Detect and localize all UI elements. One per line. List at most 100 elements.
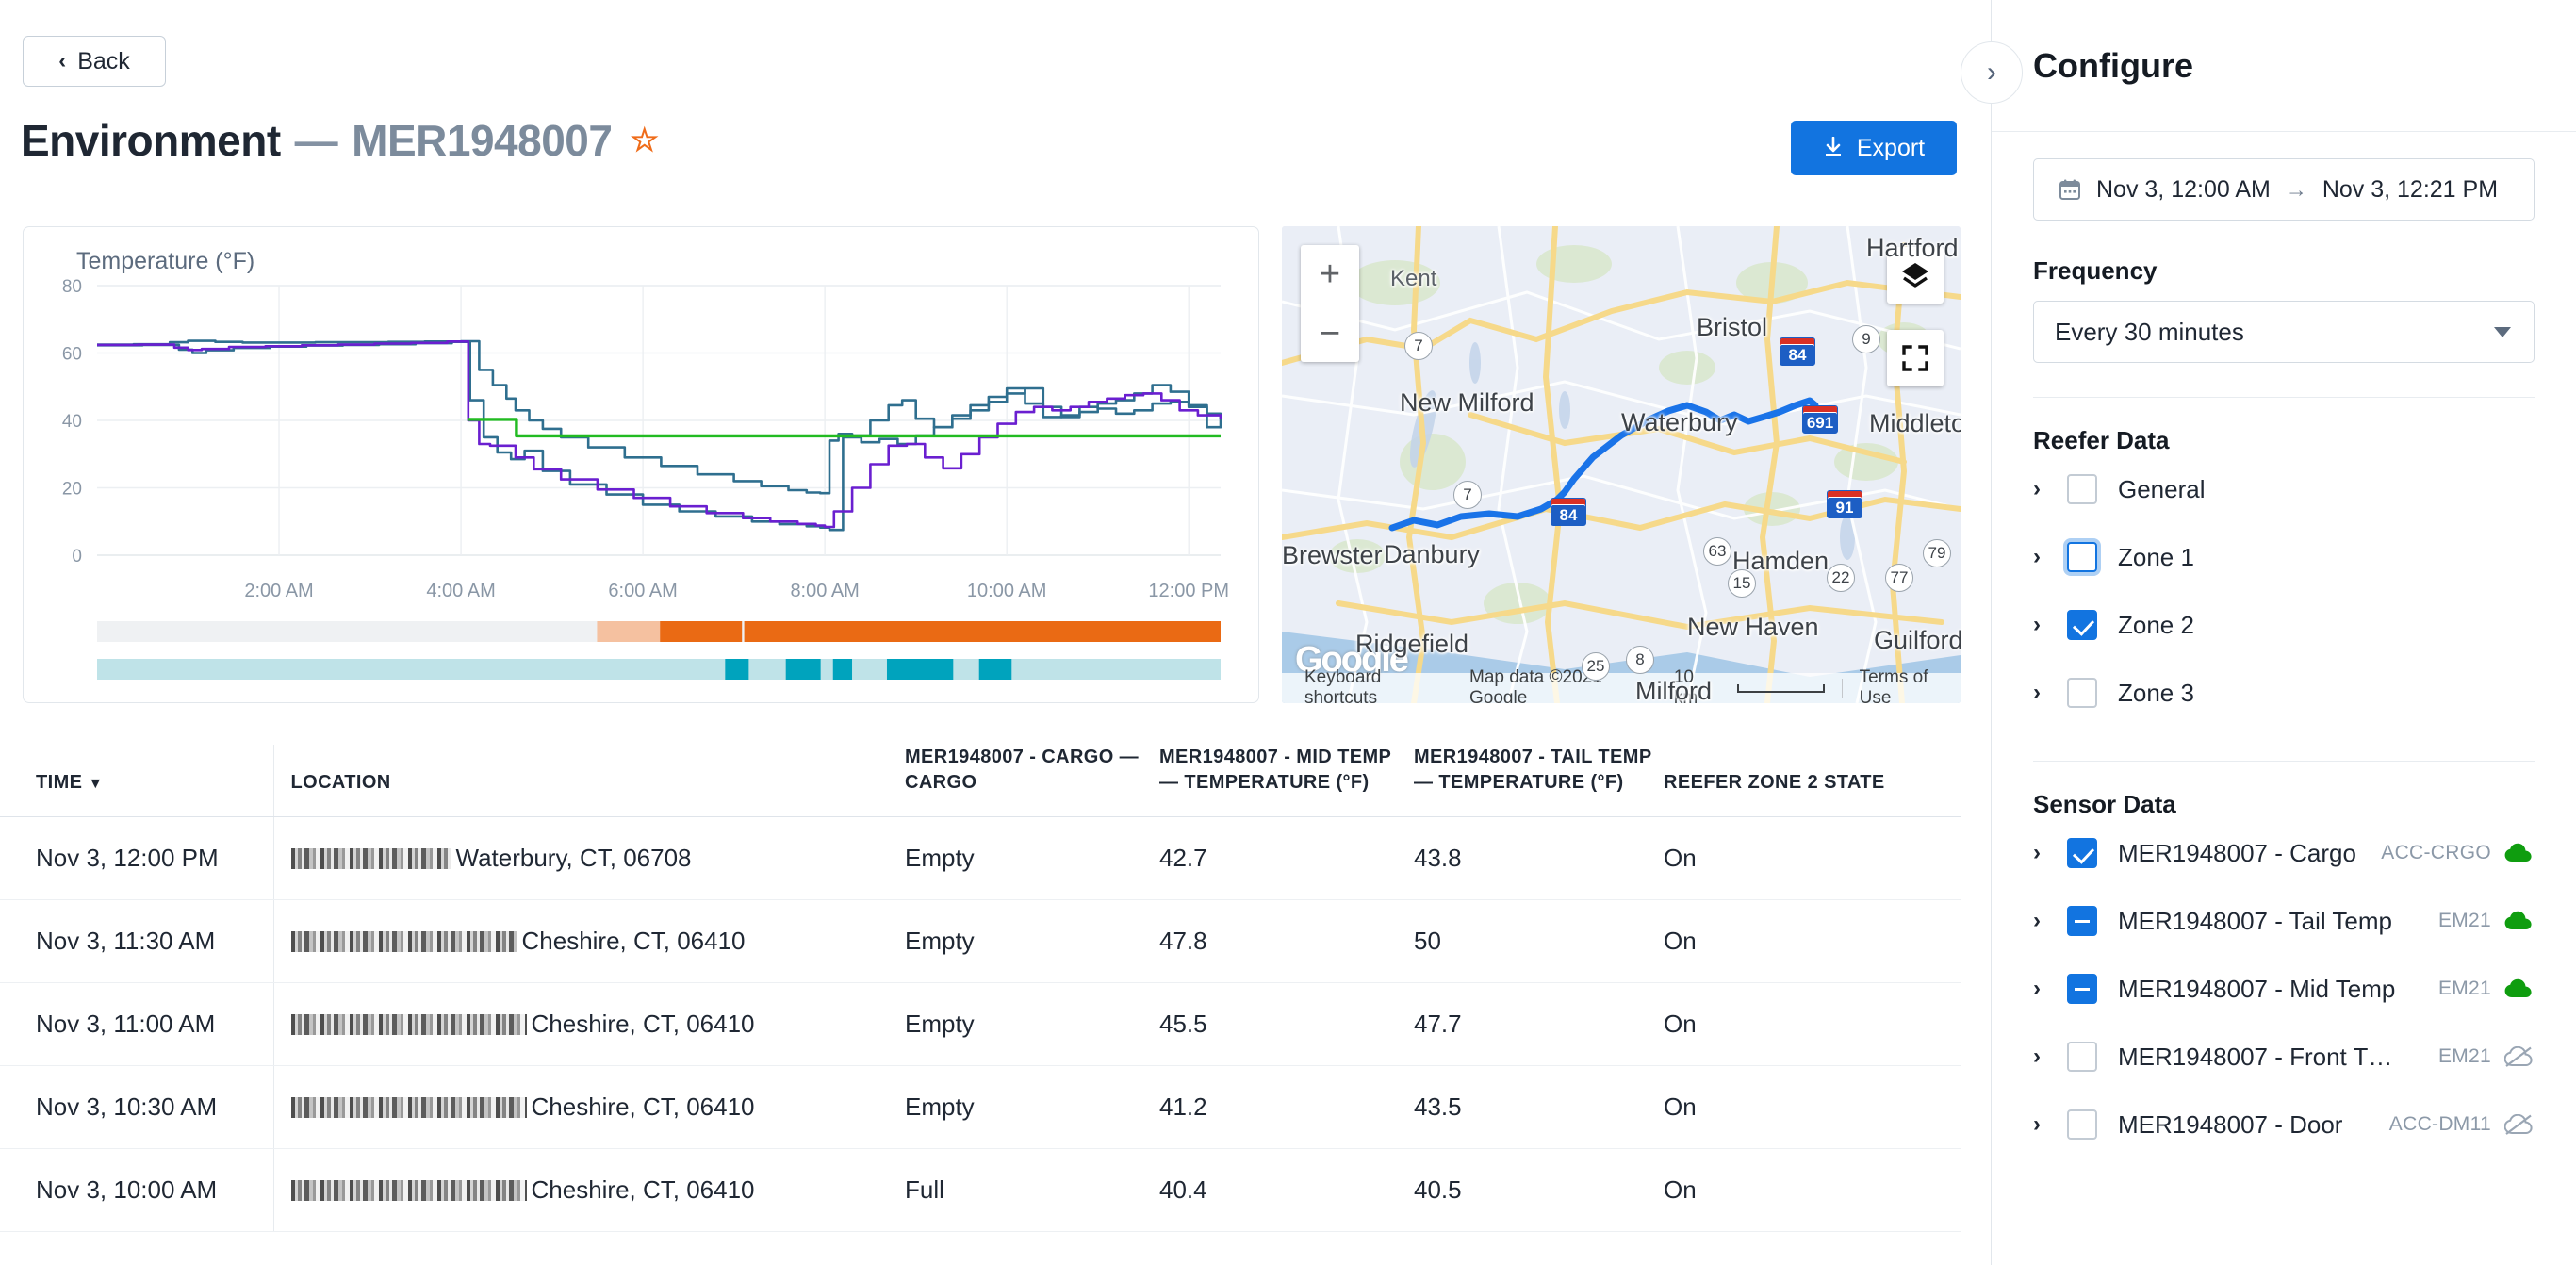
- map-route-shield: 7: [1404, 332, 1433, 360]
- svg-text:2:00 AM: 2:00 AM: [244, 581, 313, 601]
- map-attribution: Keyboard shortcuts Map data ©2021 Google…: [1282, 667, 1961, 703]
- export-button[interactable]: Export: [1791, 121, 1957, 175]
- chevron-right-icon[interactable]: ›: [2033, 908, 2046, 934]
- svg-text:12:00 PM: 12:00 PM: [1148, 581, 1229, 601]
- map-zoom-controls[interactable]: + −: [1301, 245, 1359, 362]
- map-city-label: New Milford: [1400, 388, 1534, 417]
- checkbox[interactable]: [2067, 542, 2097, 572]
- table-row[interactable]: Nov 3, 11:30 AM Cheshire, CT, 06410 Empty 4…: [0, 899, 1961, 983]
- back-button-label: Back: [77, 47, 130, 74]
- sensor-item[interactable]: › MER1948007 - Door ACC-DM11: [2033, 1091, 2535, 1158]
- chevron-right-icon[interactable]: ›: [2033, 976, 2046, 1002]
- sensor-item[interactable]: › MER1948007 - Tail Temp EM21: [2033, 887, 2535, 955]
- cell-cargo: Empty: [905, 982, 1159, 1066]
- sensor-item-label: MER1948007 - Front T…: [2118, 1042, 2393, 1071]
- sidebar-collapse-button[interactable]: ›: [1961, 41, 2023, 104]
- table-header-row: TIME ▼ LOCATION MER1948007 - CARGO — CARG…: [0, 745, 1961, 817]
- sensor-meta: EM21: [2438, 1045, 2535, 1068]
- location-city: Waterbury, CT, 06708: [455, 843, 692, 872]
- cell-time: Nov 3, 11:00 AM: [0, 982, 273, 1066]
- checkbox[interactable]: [2067, 610, 2097, 640]
- reefer-item-label: Zone 1: [2118, 542, 2194, 571]
- cargo-state-bar: [97, 659, 1221, 680]
- column-header-location[interactable]: LOCATION: [273, 745, 905, 817]
- sidebar-header: › Configure: [1961, 0, 2576, 132]
- cell-reefer-state: On: [1664, 1148, 1961, 1232]
- checkbox[interactable]: [2067, 678, 2097, 708]
- map-fullscreen-button[interactable]: [1887, 330, 1944, 386]
- table-body: Nov 3, 12:00 PM Waterbury, CT, 06708 Empty…: [0, 816, 1961, 1232]
- map-city-label: Danbury: [1384, 540, 1481, 568]
- redacted-address: [290, 1179, 527, 1201]
- reefer-item-zone-2[interactable]: › Zone 2: [2033, 591, 2535, 659]
- date-range-picker[interactable]: Nov 3, 12:00 AM → Nov 3, 12:21 PM: [2033, 158, 2535, 221]
- chevron-right-icon[interactable]: ›: [2033, 476, 2046, 502]
- table-row[interactable]: Nov 3, 11:00 AM Cheshire, CT, 06410 Empty 4…: [0, 982, 1961, 1066]
- location-city: Cheshire, CT, 06410: [531, 1092, 755, 1121]
- route-map[interactable]: Google + − Keyboard shortcuts Map data ©…: [1282, 226, 1961, 703]
- checkbox[interactable]: [2067, 474, 2097, 504]
- map-route-shield: 79: [1923, 539, 1951, 567]
- column-header-tail-temp[interactable]: MER1948007 - TAIL TEMP — TEMPERATURE (°F…: [1414, 745, 1664, 817]
- checkbox[interactable]: [2067, 974, 2097, 1004]
- checkbox[interactable]: [2067, 1109, 2097, 1140]
- reefer-item-zone-3[interactable]: › Zone 3: [2033, 659, 2535, 727]
- fullscreen-icon: [1902, 345, 1928, 371]
- cargo-state-bar-segment: [978, 659, 1012, 680]
- cell-cargo: Empty: [905, 899, 1159, 983]
- zoom-out-button[interactable]: −: [1301, 304, 1359, 363]
- keyboard-shortcuts-link[interactable]: Keyboard shortcuts: [1304, 667, 1452, 703]
- checkbox[interactable]: [2067, 906, 2097, 936]
- map-route-shield: 15: [1728, 569, 1756, 598]
- star-outline-icon[interactable]: ☆: [630, 124, 658, 156]
- chevron-right-icon[interactable]: ›: [2033, 840, 2046, 866]
- chevron-right-icon[interactable]: ›: [2033, 612, 2046, 638]
- sensor-code: EM21: [2437, 978, 2491, 999]
- reefer-item-zone-1[interactable]: › Zone 1: [2033, 523, 2535, 591]
- chevron-right-icon[interactable]: ›: [2033, 1111, 2046, 1138]
- chevron-right-icon[interactable]: ›: [2033, 1043, 2046, 1070]
- sensor-data-list: › MER1948007 - Cargo ACC-CRGO › MER1948007 -…: [2033, 819, 2535, 1158]
- map-city-label: Milford: [1635, 677, 1713, 703]
- chevron-right-icon[interactable]: ›: [2033, 544, 2046, 570]
- zoom-in-button[interactable]: +: [1301, 245, 1359, 304]
- column-header-cargo[interactable]: MER1948007 - CARGO — CARGO: [905, 745, 1159, 817]
- table-head: TIME ▼ LOCATION MER1948007 - CARGO — CARG…: [0, 745, 1961, 817]
- readings-table-wrap: TIME ▼ LOCATION MER1948007 - CARGO — CARG…: [0, 745, 1961, 1232]
- reefer-item-label: Zone 2: [2118, 610, 2194, 639]
- map-city-label: Bristol: [1697, 313, 1768, 341]
- table-row[interactable]: Nov 3, 10:30 AM Cheshire, CT, 06410 Empty 4…: [0, 1065, 1961, 1149]
- table-row[interactable]: Nov 3, 12:00 PM Waterbury, CT, 06708 Empty…: [0, 816, 1961, 900]
- series-mer1948007-cargo: [97, 340, 1222, 529]
- checkbox[interactable]: [2067, 1042, 2097, 1072]
- column-header-reefer-state[interactable]: REEFER ZONE 2 STATE: [1664, 745, 1961, 817]
- cell-cargo: Empty: [905, 1065, 1159, 1149]
- reefer-item-general[interactable]: › General: [2033, 455, 2535, 523]
- sensor-item-label: MER1948007 - Tail Temp: [2118, 906, 2392, 935]
- terms-of-use-link[interactable]: Terms of Use: [1860, 667, 1961, 703]
- cargo-state-bar-segment: [725, 659, 749, 680]
- sensor-meta: ACC-DM11: [2389, 1113, 2535, 1136]
- sensor-item[interactable]: › MER1948007 - Mid Temp EM21: [2033, 955, 2535, 1023]
- frequency-label: Frequency: [2033, 256, 2158, 285]
- cell-reefer-state: On: [1664, 816, 1961, 900]
- page-title-dash: —: [294, 116, 338, 165]
- column-header-time[interactable]: TIME ▼: [0, 745, 273, 817]
- sidebar-body: Nov 3, 12:00 AM → Nov 3, 12:21 PM Freque…: [1992, 132, 2576, 1158]
- map-city-label: Hartford: [1866, 234, 1959, 262]
- svg-text:40: 40: [62, 412, 82, 432]
- checkbox[interactable]: [2067, 838, 2097, 868]
- cell-location: Waterbury, CT, 06708: [273, 816, 905, 900]
- table-row[interactable]: Nov 3, 10:00 AM Cheshire, CT, 06410 Full 40…: [0, 1148, 1961, 1232]
- frequency-select[interactable]: Every 30 minutes: [2033, 301, 2535, 363]
- sensor-item[interactable]: › MER1948007 - Front T… EM21: [2033, 1023, 2535, 1091]
- chevron-right-icon[interactable]: ›: [2033, 680, 2046, 706]
- column-header-mid-temp[interactable]: MER1948007 - MID TEMP — TEMPERATURE (°F): [1159, 745, 1414, 817]
- map-route-shield: 84: [1780, 337, 1815, 366]
- map-route-shield: 7: [1453, 481, 1482, 509]
- layers-icon: [1902, 263, 1928, 288]
- temperature-chart[interactable]: 0 20 40 60 80 2:00 AM 4:00 AM 6:00 AM 8:00 AM 10:…: [24, 227, 1260, 704]
- cell-mid-temp: 41.2: [1159, 1065, 1414, 1149]
- back-button[interactable]: ‹ Back: [23, 36, 166, 87]
- sensor-item[interactable]: › MER1948007 - Cargo ACC-CRGO: [2033, 819, 2535, 887]
